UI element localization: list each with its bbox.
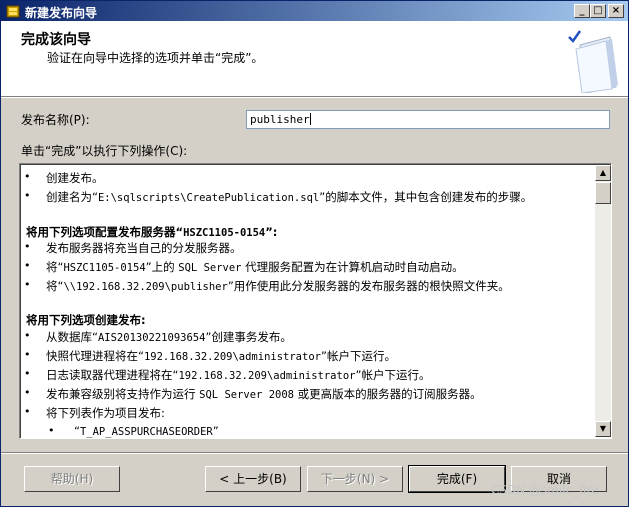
minimize-button[interactable]: _ (574, 4, 590, 18)
help-button[interactable]: 帮助(H) (24, 466, 120, 492)
page-title: 完成该向导 (21, 32, 91, 48)
back-button[interactable]: < 上一步(B) (205, 466, 301, 492)
vertical-scrollbar[interactable]: ▲ ▼ (595, 165, 611, 437)
scroll-thumb[interactable] (595, 182, 611, 204)
close-button[interactable]: × (608, 4, 624, 18)
text-caret (309, 113, 311, 125)
title-bar[interactable]: 新建发布向导 _ □ × (1, 1, 628, 21)
next-button[interactable]: 下一步(N) > (307, 466, 403, 492)
section-heading: 将用下列选项配置发布服务器“HSZC1105-0154”: (26, 225, 278, 239)
scroll-down-button[interactable]: ▼ (595, 421, 611, 437)
wizard-book-check-icon (568, 30, 618, 93)
summary-box[interactable]: • 创建发布。 • 创建名为“E:\sqlscripts\CreatePublica… (19, 163, 612, 439)
window-title: 新建发布向导 (25, 6, 98, 20)
section-heading: 将用下列选项创建发布: (26, 313, 146, 327)
summary-content: • 创建发布。 • 创建名为“E:\sqlscripts\CreatePublica… (24, 170, 533, 438)
sql-server-app-icon (6, 5, 20, 18)
actions-label: 单击“完成”以执行下列操作(C): (21, 144, 188, 158)
publication-name-value: publisher (250, 113, 310, 126)
footer-divider (1, 452, 628, 454)
maximize-button[interactable]: □ (590, 4, 606, 18)
wizard-window: 新建发布向导 _ □ × 完成该向导 验证在向导中选择的选项并单击“完成”。 发… (0, 0, 629, 507)
publication-name-input[interactable]: publisher (246, 110, 610, 129)
wizard-header: 完成该向导 验证在向导中选择的选项并单击“完成”。 (1, 21, 628, 97)
header-divider (1, 97, 628, 98)
scroll-up-button[interactable]: ▲ (595, 165, 611, 181)
watermark: CSDN @smile_fire (491, 483, 599, 497)
page-subtitle: 验证在向导中选择的选项并单击“完成”。 (47, 51, 264, 65)
publication-name-label: 发布名称(P): (21, 113, 90, 127)
